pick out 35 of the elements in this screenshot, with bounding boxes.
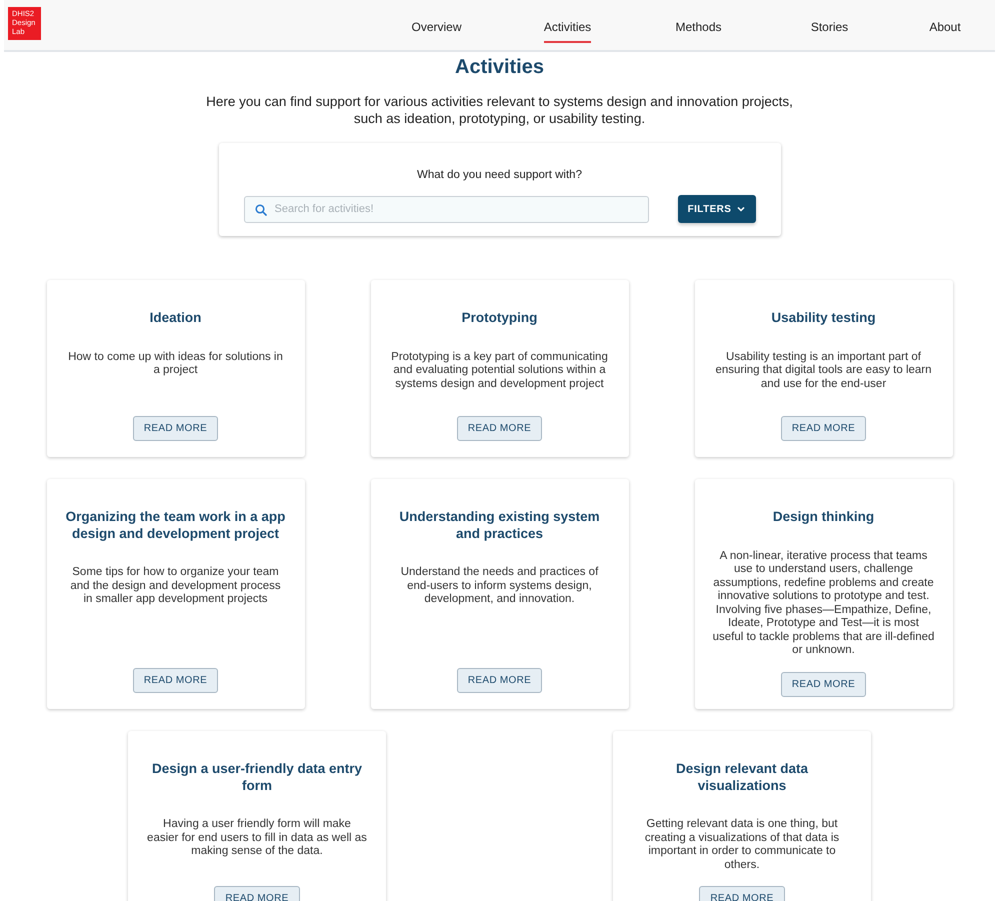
card-title: Usability testing	[771, 310, 876, 326]
card-title: Design thinking	[772, 509, 874, 526]
nav-tab[interactable]: About	[929, 7, 961, 43]
nav-tab[interactable]: Activities	[544, 7, 592, 43]
card-title: Design relevant data visualizations	[674, 761, 810, 794]
read-more-button[interactable]: READ MORE	[132, 416, 218, 441]
card-description: Getting relevant data is one thing, but creating a visualizations of that data is important in order to communicate to others.	[644, 818, 840, 872]
search-prompt: What do you need support with?	[417, 169, 582, 181]
card-description: A non-linear, iterative process that teams use to understand users, challenge assumptions, redefine problems and create innovative solutions to prototype and test. Involving five phases—Empathize, Define, Ideate, Prototype and Test—it is most useful to tackle problems that are ill-defined or unknown.	[712, 550, 934, 658]
card-title: Prototyping	[462, 310, 538, 326]
chevron-down-icon	[737, 206, 746, 212]
card-description: Having a user friendly form will make easier for end users to fill in data as well as making sense of the data.	[146, 818, 368, 858]
read-more-button[interactable]: READ MORE	[780, 672, 866, 696]
card-title: Understanding existing system and practices	[398, 509, 601, 542]
card-description: Prototyping is a key part of communicating and evaluating potential solutions within a systems design and development project	[390, 350, 609, 391]
card-description: How to come up with ideas for solutions in a project	[67, 350, 284, 378]
read-more-button[interactable]: READ MORE	[132, 668, 218, 693]
read-more-button[interactable]: READ MORE	[456, 668, 542, 693]
card-title: Ideation	[150, 310, 202, 326]
card-title: Design a user-friendly data entry form	[150, 761, 364, 794]
card-description: Understand the needs and practices of end-users to inform systems design, development, and innovation.	[400, 566, 600, 606]
card-title: Organizing the team work in a app design and development project	[64, 509, 286, 542]
intro-text: Here you can find support for various activities relevant to systems design and innovation projects, such as ideation, prototyping, or usability testing.	[205, 93, 794, 127]
read-more-button[interactable]: READ MORE	[456, 416, 542, 441]
card-description: Some tips for how to organize your team and the design and development process in smaller app development projects	[69, 566, 282, 606]
search-field[interactable]: Search for activities!	[244, 196, 648, 222]
nav-tab[interactable]: Overview	[411, 7, 462, 43]
read-more-button[interactable]: READ MORE	[699, 886, 785, 901]
page-heading: Activities	[455, 56, 544, 79]
nav-tab[interactable]: Methods	[675, 7, 722, 43]
read-more-button[interactable]: READ MORE	[214, 886, 300, 901]
nav-tab[interactable]: Stories	[810, 7, 848, 43]
card-description: Usability testing is an important part of ensuring that digital tools are easy to learn and use for the end-user	[714, 350, 933, 391]
read-more-button[interactable]: READ MORE	[780, 416, 866, 441]
filters-button[interactable]: FILTERS	[678, 195, 756, 223]
